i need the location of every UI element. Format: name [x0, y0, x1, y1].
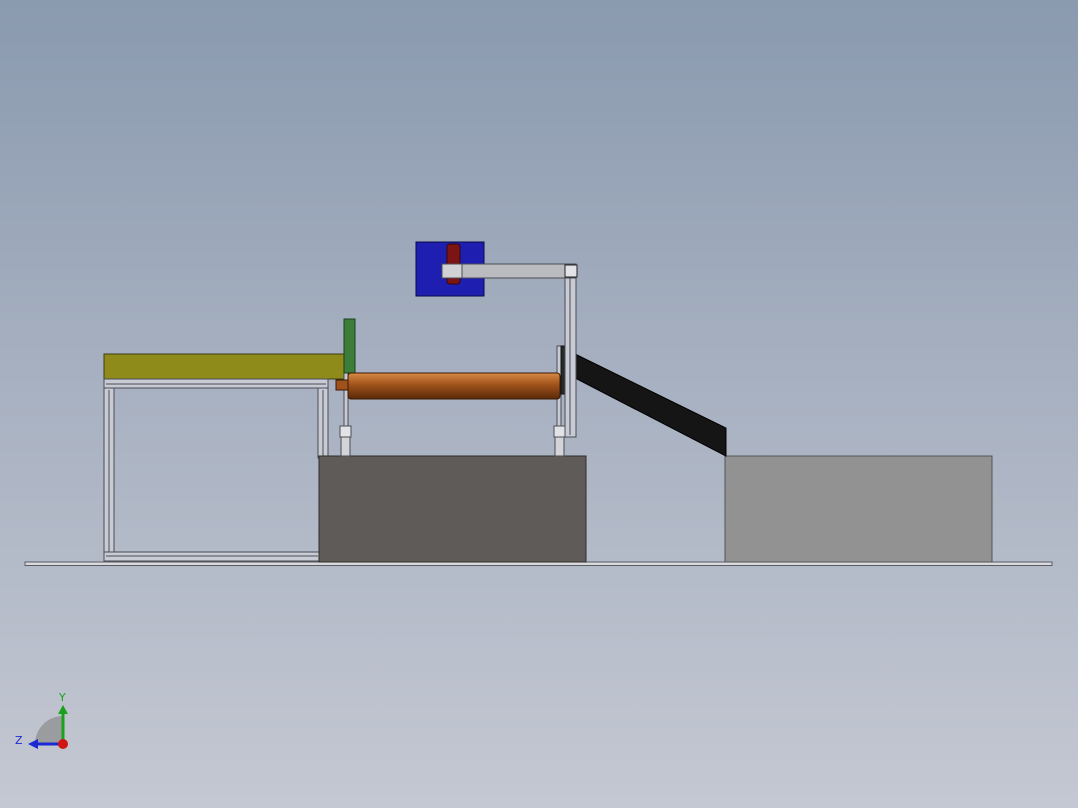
horizontal-arm — [441, 263, 578, 279]
left-frame-table — [103, 353, 347, 562]
floor-plate — [24, 561, 1053, 566]
triad-origin — [58, 739, 68, 749]
cad-viewport[interactable]: Y Z — [0, 0, 1078, 808]
triad-quarter-disk — [35, 716, 63, 744]
collection-box — [724, 455, 993, 563]
roller-base-box — [318, 455, 587, 563]
triad-y-arrow — [58, 705, 68, 714]
coordinate-triad: Y Z — [15, 691, 68, 749]
table-top-plate — [103, 353, 347, 380]
triad-z-arrow — [28, 739, 38, 749]
feed-roller — [335, 372, 571, 400]
triad-y-label: Y — [58, 691, 66, 704]
discharge-chute — [574, 353, 727, 457]
assembly-model[interactable]: Y Z — [0, 0, 1078, 808]
triad-z-label: Z — [15, 734, 23, 747]
arm-post — [560, 265, 577, 438]
guide-plate — [343, 318, 356, 374]
